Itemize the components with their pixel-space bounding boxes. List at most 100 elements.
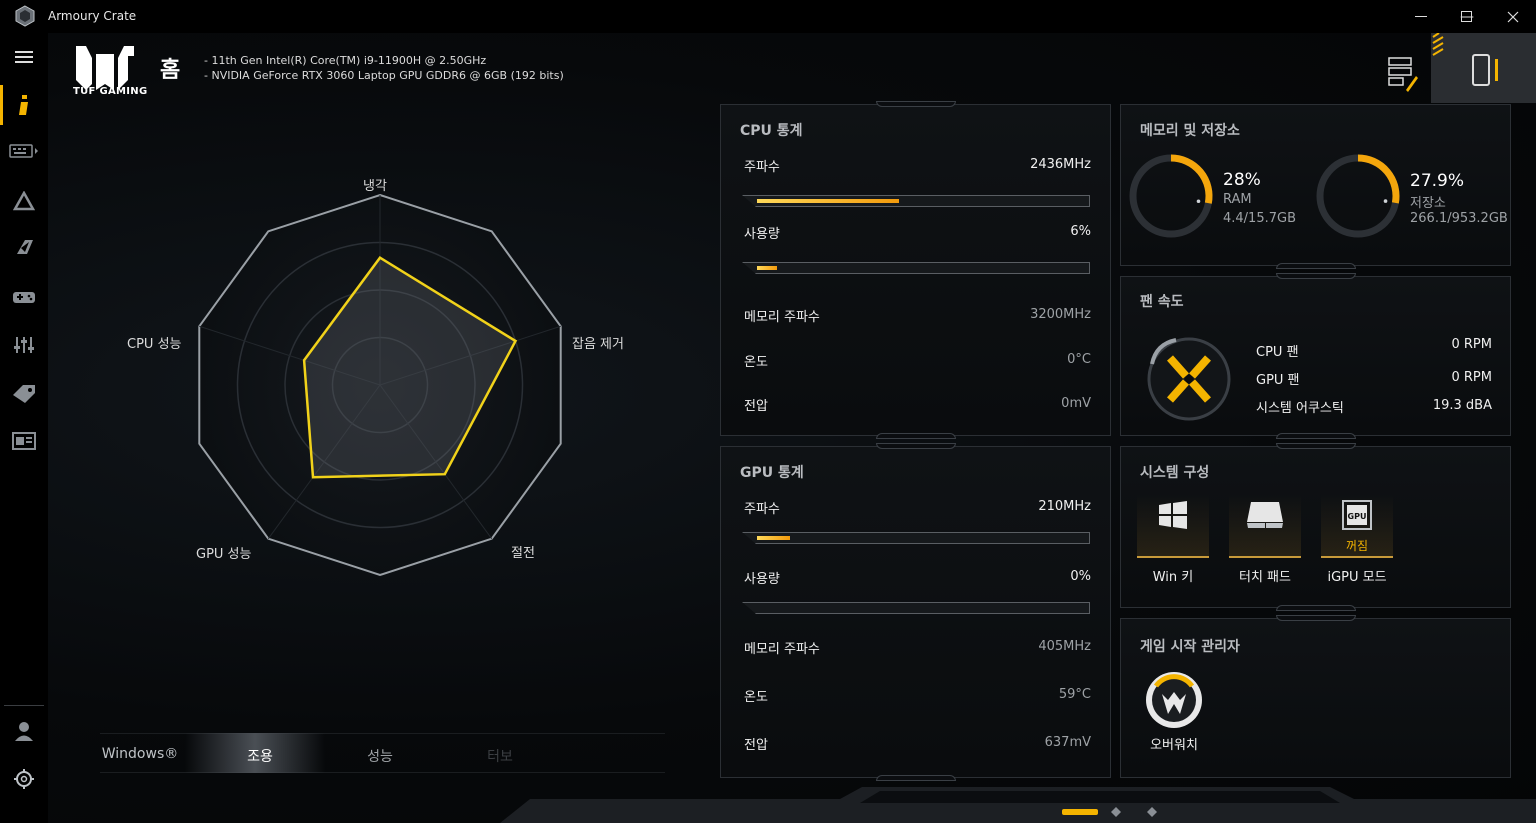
win-key-toggle[interactable]: [1137, 494, 1209, 558]
gpu-temp-label: 온도: [744, 690, 768, 705]
ram-detail: 4.4/15.7GB: [1223, 211, 1296, 226]
acoustic-label: 시스템 어쿠스틱: [1256, 401, 1344, 416]
gpu-volt-label: 전압: [744, 738, 768, 753]
fan-speed-title: 팬 속도: [1140, 294, 1184, 310]
close-button[interactable]: [1490, 0, 1536, 33]
keyboard-device-icon: [9, 144, 38, 158]
cpu-temp-label: 온도: [744, 355, 768, 370]
ring-marker: [1196, 199, 1201, 204]
performance-radar-chart: [198, 193, 562, 577]
ram-percent: 28%: [1223, 170, 1261, 190]
cpu-usage-label: 사용량: [744, 227, 780, 242]
maximize-icon: [1461, 10, 1472, 22]
brand-text: TUF GAMING: [73, 86, 148, 97]
windows-logo-icon: [1159, 501, 1187, 529]
page-indicator-active: [1062, 809, 1098, 815]
ram-label: RAM: [1223, 192, 1252, 207]
panel-notch: [1275, 615, 1356, 621]
minimize-line-icon: [1415, 15, 1427, 17]
cpu-spec: - 11th Gen Intel(R) Core(TM) i9-11900H @…: [204, 54, 487, 67]
storage-label: 저장소: [1410, 196, 1446, 211]
touchpad-toggle[interactable]: [1229, 494, 1301, 558]
gpu-usage-value: 0%: [1070, 569, 1091, 584]
mode-turbo: 터보: [487, 749, 513, 765]
sidebar-item-home[interactable]: [0, 87, 48, 123]
sidebar-item-news[interactable]: [0, 423, 48, 459]
sidebar-item-aura[interactable]: [0, 183, 48, 219]
gpu-usage-label: 사용량: [744, 572, 780, 587]
sidebar-item-gamevisual[interactable]: [0, 279, 48, 315]
sidebar-item-device[interactable]: [0, 133, 48, 169]
gpu-temp-value: 59°C: [1058, 687, 1091, 702]
panel-notch: [875, 775, 956, 781]
overwatch-game-icon[interactable]: [1144, 670, 1204, 730]
aura-triangle-icon: [13, 191, 35, 211]
sidebar-item-deals[interactable]: [0, 375, 48, 411]
gpu-freq-bar-fill: [757, 536, 790, 540]
menu-button[interactable]: [0, 39, 48, 75]
sidebar: [0, 33, 48, 823]
overwatch-label: 오버워치: [1150, 738, 1198, 753]
cpu-freq-value: 2436MHz: [1030, 157, 1091, 172]
radar-label-cpu: CPU 성능: [127, 337, 182, 352]
cpu-fan-value: 0 RPM: [1451, 337, 1493, 352]
customize-layout-button[interactable]: [1388, 56, 1418, 92]
panel-notch: [1275, 605, 1356, 611]
memory-storage-title: 메모리 및 저장소: [1140, 123, 1240, 139]
radar-label-noise: 잡음 제거: [572, 337, 624, 352]
gpu-chip-icon: GPU: [1342, 500, 1372, 530]
panel-notch: [1275, 433, 1356, 439]
cpu-mem-freq-label: 메모리 주파수: [744, 310, 820, 325]
gamepad-icon: [13, 292, 35, 303]
mode-silent[interactable]: 조용: [210, 746, 310, 766]
cpu-volt-value: 0mV: [1061, 396, 1091, 411]
ring-marker: [1383, 199, 1388, 203]
touchpad-label: 터치 패드: [1239, 570, 1291, 585]
ring-fill: [1357, 154, 1400, 204]
cpu-freq-bar: [742, 195, 1090, 207]
armoury-crate-logo-icon: [15, 5, 35, 27]
ram-usage-ring: [1129, 154, 1213, 238]
close-icon: [1507, 11, 1519, 22]
gpu-mem-freq-label: 메모리 주파수: [744, 642, 820, 657]
scenario-icon: [17, 240, 33, 254]
gpu-freq-value: 210MHz: [1038, 499, 1091, 514]
phone-icon: [1472, 54, 1498, 86]
panel-notch: [1275, 443, 1356, 449]
settings-sliders-icon: [14, 337, 34, 353]
minimize-button-2[interactable]: [1398, 0, 1444, 33]
news-icon: [12, 432, 36, 450]
gpu-spec: - NVIDIA GeForce RTX 3060 Laptop GPU GDD…: [204, 69, 564, 82]
mode-windows[interactable]: Windows®: [90, 746, 190, 762]
mode-performance[interactable]: 성능: [330, 746, 430, 766]
acoustic-value: 19.3 dBA: [1432, 398, 1492, 413]
gpu-fan-label: GPU 팬: [1256, 373, 1300, 388]
cpu-volt-label: 전압: [744, 399, 768, 414]
cpu-fan-label: CPU 팬: [1256, 345, 1299, 360]
cpu-freq-bar-fill: [757, 199, 899, 203]
gpu-usage-bar: [742, 602, 1090, 614]
sidebar-divider: [4, 705, 44, 706]
maximize-button[interactable]: [1444, 0, 1490, 33]
panel-notch: [1275, 263, 1356, 269]
panel-notch: [1275, 273, 1356, 279]
user-icon: [15, 722, 33, 741]
storage-usage-ring: [1316, 154, 1400, 238]
sidebar-item-scenario[interactable]: [0, 229, 48, 265]
svg-text:GPU: GPU: [1348, 512, 1367, 521]
sidebar-item-user[interactable]: [0, 713, 48, 749]
cpu-usage-bar-fill: [757, 266, 777, 270]
igpu-mode-label: iGPU 모드: [1327, 570, 1387, 585]
sidebar-item-settings[interactable]: [0, 327, 48, 363]
radar-label-cooling: 냉각: [363, 179, 387, 194]
mobile-link-tab[interactable]: [1431, 33, 1536, 103]
gpu-volt-value: 637mV: [1044, 735, 1091, 750]
igpu-mode-state: 꺼짐: [1345, 539, 1369, 553]
bottom-decoration: [500, 787, 1536, 823]
cpu-usage-bar: [742, 262, 1090, 274]
sidebar-item-app-settings[interactable]: [0, 761, 48, 797]
menu-icon: [15, 51, 33, 63]
corner-stripes-icon: [1432, 33, 1444, 56]
storage-detail: 266.1/953.2GB: [1410, 211, 1508, 226]
deals-tag-icon: [13, 385, 35, 403]
